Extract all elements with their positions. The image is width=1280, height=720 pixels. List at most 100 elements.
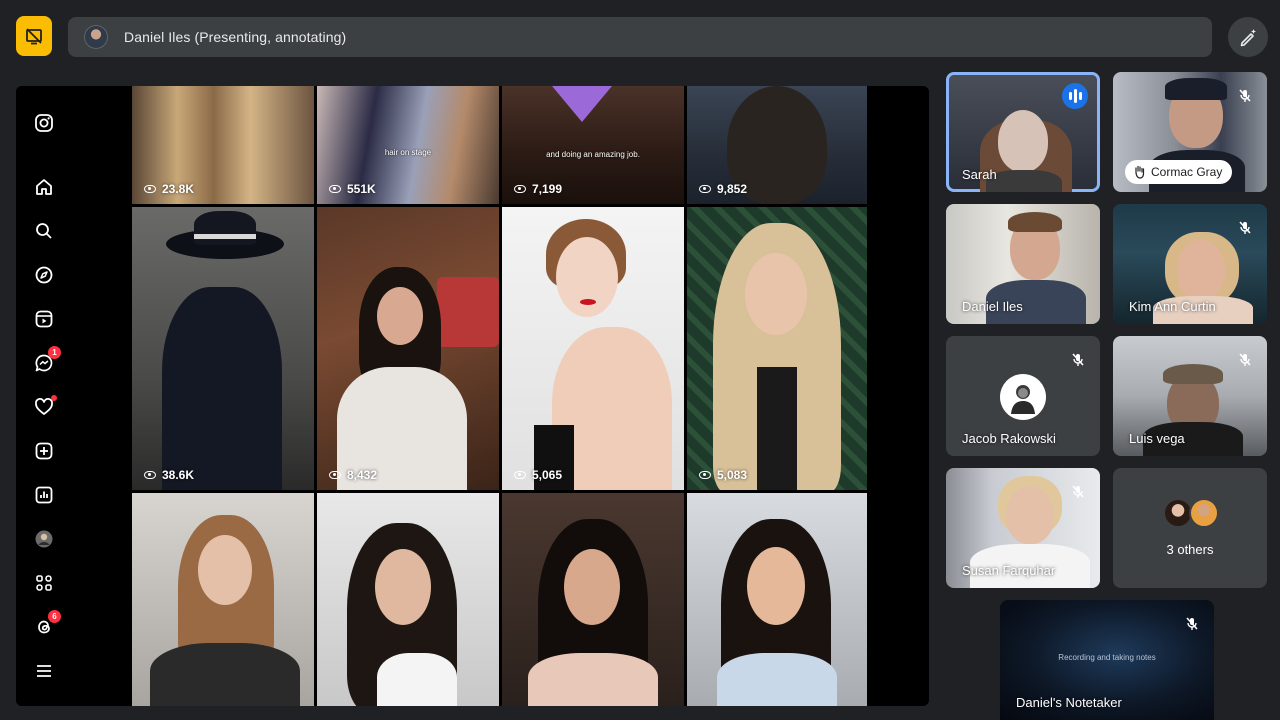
reel-tile[interactable]: 9,852	[687, 86, 867, 204]
mic-off-icon	[1182, 614, 1202, 634]
face	[375, 549, 431, 625]
also-from-meta-icon[interactable]	[33, 572, 55, 594]
notetaker-subtitle: Recording and taking notes	[1058, 653, 1156, 662]
participant-name: Sarah	[962, 167, 997, 182]
eye-icon	[329, 185, 341, 193]
reel-tile[interactable]: and doing an amazing job. 7,199	[502, 86, 684, 204]
participant-name: Daniel's Notetaker	[1016, 695, 1122, 710]
participant-avatar	[1000, 374, 1046, 420]
profile-avatar-icon[interactable]	[33, 528, 55, 550]
reel-views: 551K	[329, 182, 376, 196]
eye-icon	[514, 471, 526, 479]
stop-presenting-button[interactable]	[16, 16, 52, 56]
participant-tile-sarah[interactable]: Sarah	[946, 72, 1100, 192]
eye-icon	[699, 471, 711, 479]
reel-tile[interactable]: 23.8K	[132, 86, 314, 204]
participant-name: Cormac Gray	[1151, 165, 1223, 179]
eye-icon	[144, 471, 156, 479]
participant-tile-notetaker[interactable]: Recording and taking notes Daniel's Note…	[1000, 600, 1214, 720]
notifications-heart-icon[interactable]	[33, 395, 57, 418]
meet-window: Daniel Iles (Presenting, annotating) 1 6…	[0, 0, 1280, 720]
participant-name: Daniel Iles	[962, 299, 1023, 314]
create-icon[interactable]	[33, 440, 55, 462]
purple-shape	[552, 86, 612, 122]
presenter-avatar	[84, 25, 108, 49]
dashboard-icon[interactable]	[33, 484, 55, 506]
raised-hand-icon	[1135, 165, 1145, 179]
cap	[1163, 364, 1223, 384]
instagram-logo-icon[interactable]	[33, 112, 55, 134]
reel-tile[interactable]	[132, 493, 314, 706]
eye-icon	[514, 185, 526, 193]
cap	[1165, 78, 1227, 100]
messages-badge: 1	[48, 346, 61, 359]
instagram-nav-rail: 1 6	[16, 86, 132, 706]
eye-icon	[699, 185, 711, 193]
participant-tile-others[interactable]: 3 others	[1113, 468, 1267, 588]
participant-name: Kim Ann Curtin	[1129, 299, 1216, 314]
face	[745, 253, 807, 335]
reel-views: 7,199	[514, 182, 562, 196]
face	[564, 549, 620, 625]
reels-grid: 23.8K hair on stage 551K and doing an am…	[132, 86, 867, 706]
participant-tile-susan-farquhar[interactable]: Susan Farquhar	[946, 468, 1100, 588]
messages-icon[interactable]: 1	[33, 346, 61, 374]
face	[747, 547, 805, 625]
stop-presenting-icon	[26, 28, 42, 45]
reel-tile[interactable]: 5,083	[687, 207, 867, 490]
light-top	[717, 653, 837, 706]
others-count: 3 others	[1166, 542, 1214, 557]
white-top	[377, 653, 457, 706]
annotate-button[interactable]	[1228, 17, 1268, 57]
participant-tile-kim-ann-curtin[interactable]: Kim Ann Curtin	[1113, 204, 1267, 324]
mic-off-icon	[1068, 482, 1088, 502]
reel-tile[interactable]	[687, 493, 867, 706]
eye-icon	[329, 471, 341, 479]
others-avatars	[1163, 498, 1219, 528]
mic-off-icon	[1235, 350, 1255, 370]
reel-tile[interactable]: hair on stage 551K	[317, 86, 499, 204]
reels-icon[interactable]	[33, 308, 55, 330]
raised-hand-chip: Cormac Gray	[1125, 160, 1233, 184]
explore-icon[interactable]	[33, 264, 55, 286]
face	[1177, 240, 1225, 300]
reel-tile[interactable]: 5,065	[502, 207, 684, 490]
face	[198, 535, 252, 605]
presenting-banner: Daniel Iles (Presenting, annotating)	[68, 17, 1212, 57]
hat-crown	[194, 211, 256, 245]
participant-name: Jacob Rakowski	[962, 431, 1056, 446]
participant-tile-cormac-gray[interactable]: Cormac Gray	[1113, 72, 1267, 192]
pen-sparkle-icon	[1240, 29, 1256, 47]
pink-top	[528, 653, 658, 706]
shirt	[986, 170, 1062, 192]
participant-tile-daniel-iles[interactable]: Daniel Iles	[946, 204, 1100, 324]
reel-tile[interactable]: 38.6K	[132, 207, 314, 490]
black-top	[150, 643, 300, 706]
reel-caption: and doing an amazing job.	[546, 150, 640, 159]
face	[998, 110, 1048, 172]
mic-off-icon	[1235, 218, 1255, 238]
mic-off-icon	[1235, 86, 1255, 106]
hair	[1008, 212, 1062, 232]
reel-tile[interactable]	[317, 493, 499, 706]
face	[556, 237, 618, 317]
threads-icon[interactable]: 6	[33, 610, 61, 638]
search-icon[interactable]	[33, 220, 55, 242]
black-top	[757, 367, 797, 490]
reel-views: 38.6K	[144, 468, 194, 482]
reel-tile[interactable]: 8,432	[317, 207, 499, 490]
shared-screen: 1 6 23.8K hair on stage 551K and doing a…	[16, 86, 929, 706]
face	[1006, 486, 1054, 544]
eye-icon	[144, 185, 156, 193]
reel-views: 5,083	[699, 468, 747, 482]
home-icon[interactable]	[33, 176, 55, 198]
hat-band	[194, 234, 256, 239]
reel-tile[interactable]	[502, 493, 684, 706]
notifications-dot	[51, 395, 57, 401]
participant-tile-luis-vega[interactable]: Luis vega	[1113, 336, 1267, 456]
participant-avatar	[1189, 498, 1219, 528]
more-menu-icon[interactable]	[33, 660, 55, 682]
red-lips	[580, 299, 596, 305]
reel-views: 5,065	[514, 468, 562, 482]
participant-tile-jacob-rakowski[interactable]: Jacob Rakowski	[946, 336, 1100, 456]
